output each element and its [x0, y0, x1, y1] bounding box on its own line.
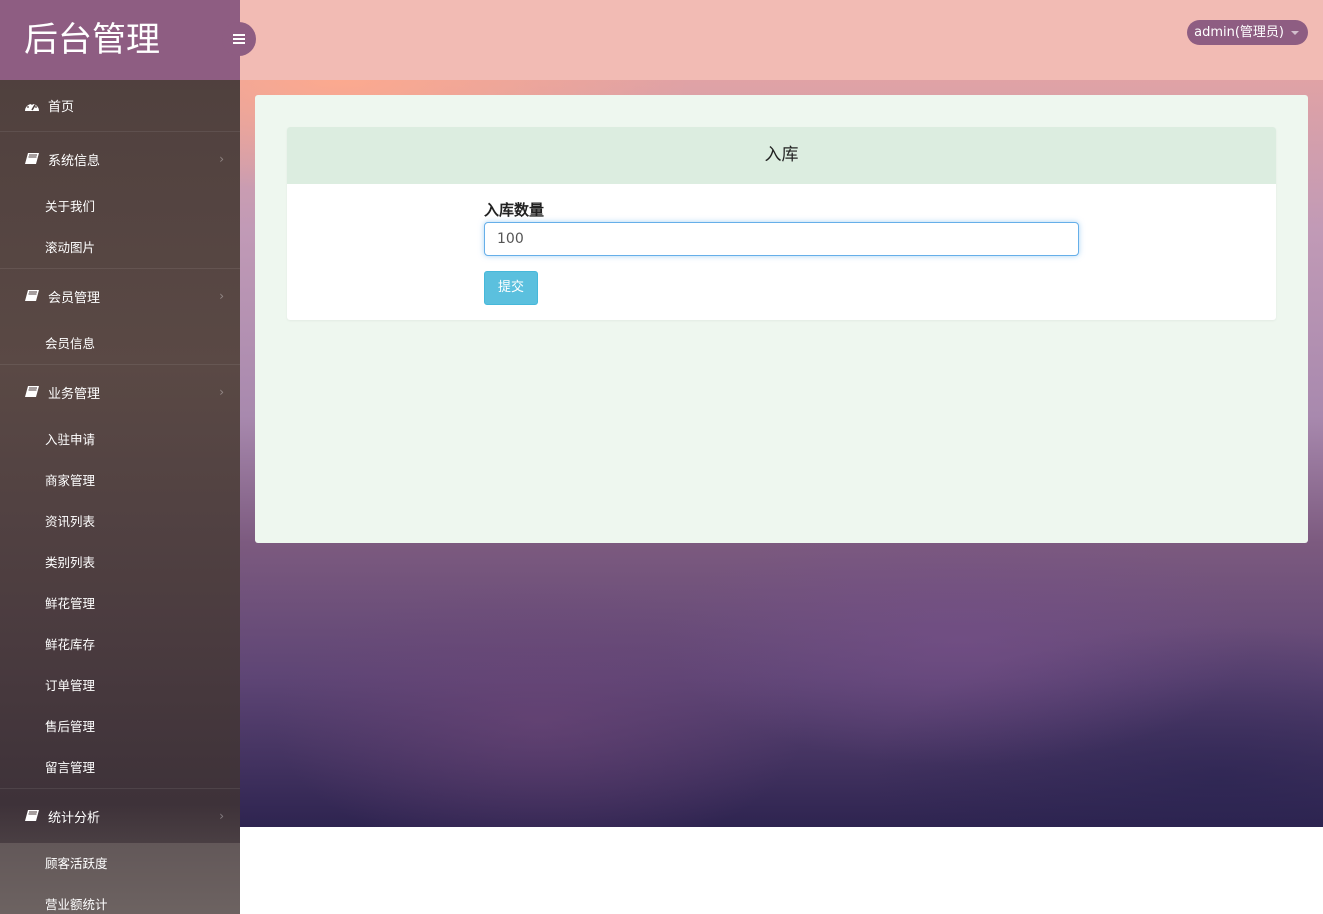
chevron-right-icon: ›	[219, 385, 224, 399]
sidebar-item-flower-management[interactable]: 鲜花管理	[0, 583, 240, 624]
book-icon	[25, 290, 39, 301]
sidebar-group-label: 系统信息	[48, 153, 101, 169]
menu-group-statistics: 统计分析 › 顾客活跃度 营业额统计	[0, 789, 240, 914]
user-dropdown[interactable]: admin(管理员)	[1187, 20, 1308, 45]
top-header: admin(管理员)	[240, 0, 1323, 80]
dashboard-icon	[25, 102, 39, 111]
book-icon	[25, 810, 39, 821]
book-icon	[25, 386, 39, 397]
sidebar-menu: 首页 系统信息 › 关于我们 滚动图片 会员管理 › 会员信息 业务管理 › 入…	[0, 80, 240, 914]
sidebar-item-message-management[interactable]: 留言管理	[0, 747, 240, 788]
sidebar-group-member-management[interactable]: 会员管理 ›	[0, 269, 240, 323]
quantity-label: 入库数量	[484, 201, 545, 219]
sidebar-item-category-list[interactable]: 类别列表	[0, 542, 240, 583]
sidebar-item-merchant-management[interactable]: 商家管理	[0, 460, 240, 501]
sidebar-item-label: 首页	[48, 100, 75, 115]
chevron-right-icon: ›	[219, 289, 224, 303]
sidebar-group-statistics[interactable]: 统计分析 ›	[0, 789, 240, 843]
sidebar-group-label: 统计分析	[48, 810, 101, 826]
sidebar-item-member-info[interactable]: 会员信息	[0, 323, 240, 364]
sidebar-item-customer-activity[interactable]: 顾客活跃度	[0, 843, 240, 884]
sidebar-group-business-management[interactable]: 业务管理 ›	[0, 365, 240, 419]
caret-down-icon	[1291, 31, 1299, 35]
content-panel: 入库 入库数量 提交	[255, 95, 1308, 543]
sidebar-item-home[interactable]: 首页	[0, 80, 240, 132]
sidebar-item-order-management[interactable]: 订单管理	[0, 665, 240, 706]
sidebar-toggle-button[interactable]	[222, 22, 256, 56]
sidebar-item-news-list[interactable]: 资讯列表	[0, 501, 240, 542]
form-title: 入库	[287, 127, 1276, 184]
sidebar-item-settlement-application[interactable]: 入驻申请	[0, 419, 240, 460]
menu-group-business: 业务管理 › 入驻申请 商家管理 资讯列表 类别列表 鲜花管理 鲜花库存 订单管…	[0, 365, 240, 789]
submit-button[interactable]: 提交	[484, 271, 538, 305]
sidebar-item-revenue-statistics[interactable]: 营业额统计	[0, 884, 240, 914]
sidebar: 后台管理 首页 系统信息 › 关于我们 滚动图片 会员管理 › 会员信息 业务管…	[0, 0, 240, 914]
book-icon	[25, 153, 39, 164]
sidebar-item-after-sales[interactable]: 售后管理	[0, 706, 240, 747]
quantity-input[interactable]	[484, 222, 1079, 256]
hamburger-icon	[233, 34, 245, 44]
menu-group-system: 系统信息 › 关于我们 滚动图片	[0, 132, 240, 269]
user-label: admin(管理员)	[1194, 25, 1284, 40]
sidebar-item-flower-inventory[interactable]: 鲜花库存	[0, 624, 240, 665]
stock-in-form-card: 入库 入库数量 提交	[287, 127, 1276, 320]
chevron-right-icon: ›	[219, 152, 224, 166]
sidebar-group-label: 会员管理	[48, 290, 101, 306]
sidebar-item-about-us[interactable]: 关于我们	[0, 186, 240, 227]
brand-title: 后台管理	[0, 0, 240, 80]
sidebar-group-system-info[interactable]: 系统信息 ›	[0, 132, 240, 186]
menu-group-member: 会员管理 › 会员信息	[0, 269, 240, 365]
chevron-right-icon: ›	[219, 809, 224, 823]
sidebar-group-label: 业务管理	[48, 386, 101, 402]
sidebar-item-carousel-images[interactable]: 滚动图片	[0, 227, 240, 268]
